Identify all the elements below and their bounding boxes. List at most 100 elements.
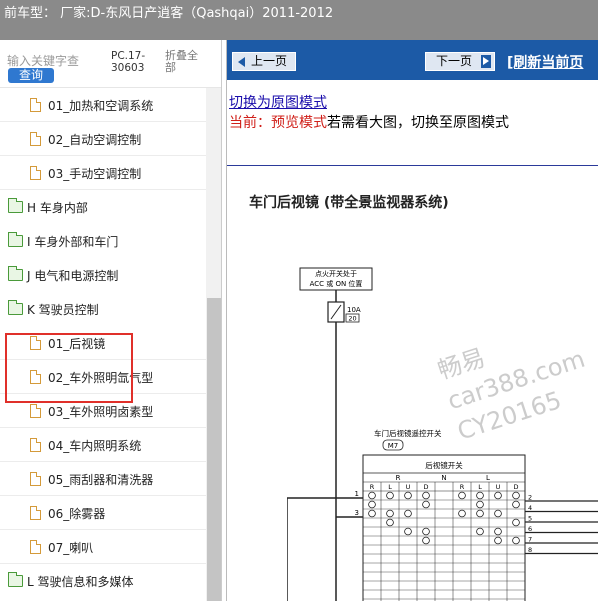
tree-item[interactable]: 07_喇叭 — [0, 530, 206, 564]
mode-prefix: 当前： — [229, 115, 271, 131]
contact-dot — [494, 509, 502, 518]
tree-folder-label: L 驾驶信息和多媒体 — [27, 575, 134, 589]
contact-dot — [476, 527, 484, 536]
tree-item-label: 03_手动空调控制 — [48, 167, 142, 181]
sub-column-label: U — [496, 483, 501, 491]
next-page-button[interactable]: 下一页 — [425, 52, 495, 71]
ignition-label-2: ACC 或 ON 位置 — [310, 279, 363, 288]
document-icon — [30, 132, 41, 146]
right-pin-label: 6 — [528, 525, 532, 533]
document-icon — [30, 438, 41, 452]
folder-icon — [8, 266, 23, 281]
mode-current: 预览模式 — [271, 115, 327, 131]
contact-dot — [476, 491, 484, 500]
right-pin-label: 2 — [528, 494, 532, 502]
fuse-number: 20 — [348, 315, 356, 323]
pin-1: 1 — [355, 490, 359, 498]
sidebar-scrollbar-thumb[interactable] — [207, 298, 221, 601]
tree-folder[interactable]: H 车身内部 — [0, 190, 206, 224]
arrow-left-icon — [238, 57, 245, 67]
sidebar-scrollbar[interactable] — [206, 88, 221, 601]
collapse-all-button[interactable]: 折叠全部 — [165, 50, 199, 74]
fuse-amp: 10A — [347, 306, 361, 314]
right-pins: 2 4 5 6 7 8 — [525, 494, 598, 555]
tree-folder[interactable]: I 车身外部和车门 — [0, 224, 206, 258]
folder-icon — [8, 232, 23, 247]
contact-dot — [512, 536, 520, 545]
folder-icon — [8, 198, 23, 213]
document-title: 车门后视镜 (带全景监视器系统) — [249, 195, 449, 211]
sub-column-label: U — [406, 483, 411, 491]
document-icon — [30, 98, 41, 112]
folder-icon — [8, 572, 23, 587]
sub-column-label: L — [388, 483, 392, 491]
contact-dot — [422, 491, 430, 500]
contact-dot — [476, 500, 484, 509]
switch-original-mode-link[interactable]: 切换为原图模式 — [229, 92, 327, 112]
mode-hint: 若需看大图，切换至原图模式 — [327, 115, 509, 131]
contact-dot — [422, 536, 430, 545]
switch-name: 后视镜开关 — [425, 460, 463, 470]
sub-column-label: D — [423, 483, 428, 491]
tree-item-label: 01_加热和空调系统 — [48, 99, 154, 113]
contact-dot — [476, 509, 484, 518]
search-row: 查询 PC.17-30603 折叠全部 — [0, 40, 221, 88]
right-pin-label: 7 — [528, 536, 532, 544]
tree-folder-label: K 驾驶员控制 — [27, 303, 99, 317]
tree-item-label: 03_车外照明卤素型 — [48, 405, 154, 419]
tree-folder[interactable]: L 驾驶信息和多媒体 — [0, 564, 206, 598]
pin-3: 3 — [355, 509, 359, 517]
refresh-page-link[interactable]: [刷新当前页 — [507, 52, 583, 72]
arrow-right-icon — [481, 55, 491, 68]
page-nav-bar: 上一页 下一页 [刷新当前页 — [227, 40, 598, 80]
tree-folder-label: H 车身内部 — [27, 201, 88, 215]
prev-page-label: 上一页 — [251, 54, 288, 68]
prev-page-button[interactable]: 上一页 — [232, 52, 296, 71]
tree-folder[interactable]: J 电气和电源控制 — [0, 258, 206, 292]
tree-item[interactable]: 06_除雾器 — [0, 496, 206, 530]
contact-dot — [368, 500, 376, 509]
connector-id: M7 — [388, 442, 399, 450]
contact-dot — [386, 518, 394, 527]
sub-column-label: L — [478, 483, 482, 491]
selection-highlight-box — [5, 333, 133, 403]
content-pane: 上一页 下一页 [刷新当前页 切换为原图模式 当前：预览模式若需看大图，切换至原… — [226, 40, 598, 601]
tree-folder[interactable]: K 驾驶员控制 — [0, 292, 206, 326]
tree-item-label: 07_喇叭 — [48, 541, 94, 555]
tree-item[interactable]: 05_雨刮器和清洗器 — [0, 462, 206, 496]
tree-folder-label: I 车身外部和车门 — [27, 235, 119, 249]
window-title: 前车型： 厂家:D-东风日产逍客（Qashqai）2011-2012 — [4, 6, 334, 21]
tree-item-label: 06_除雾器 — [48, 507, 106, 521]
document-icon — [30, 506, 41, 520]
next-page-label: 下一页 — [436, 54, 473, 68]
tree-item[interactable]: 02_自动空调控制 — [0, 122, 206, 156]
contact-dot — [458, 509, 466, 518]
window-title-bar: 前车型： 厂家:D-东风日产逍客（Qashqai）2011-2012 — [0, 0, 598, 40]
pc-code: PC.17-30603 — [111, 50, 146, 74]
contact-dot — [458, 491, 466, 500]
contact-dot — [494, 536, 502, 545]
mode-status: 当前：预览模式若需看大图，切换至原图模式 — [229, 112, 509, 132]
tree-item-label: 05_雨刮器和清洗器 — [48, 473, 154, 487]
sidebar: 查询 PC.17-30603 折叠全部 01_加热和空调系统 02_自动空调控制… — [0, 40, 222, 601]
ignition-label-1: 点火开关处于 — [315, 269, 357, 278]
col-n-label: N — [441, 474, 446, 482]
sub-column-label: R — [460, 483, 465, 491]
document-icon — [30, 404, 41, 418]
query-button[interactable]: 查询 — [8, 68, 54, 83]
wiring-diagram: 点火开关处于 ACC 或 ON 位置 10A 20 车门后视镜遥控开关 M7 后… — [287, 267, 598, 601]
tree-item-label: 04_车内照明系统 — [48, 439, 142, 453]
col-r-label: R — [396, 474, 401, 482]
sub-column-label: R — [370, 483, 375, 491]
tree-item[interactable]: 03_手动空调控制 — [0, 156, 206, 190]
contact-dot — [494, 491, 502, 500]
contact-dot — [404, 527, 412, 536]
tree-folder-label: J 电气和电源控制 — [27, 269, 119, 283]
tree-item[interactable]: 01_加热和空调系统 — [0, 88, 206, 122]
tree-item-label: 02_自动空调控制 — [48, 133, 142, 147]
contact-dot — [404, 491, 412, 500]
contact-dot — [368, 509, 376, 518]
tree-item[interactable]: 04_车内照明系统 — [0, 428, 206, 462]
contact-dot — [494, 527, 502, 536]
contact-dot — [422, 527, 430, 536]
